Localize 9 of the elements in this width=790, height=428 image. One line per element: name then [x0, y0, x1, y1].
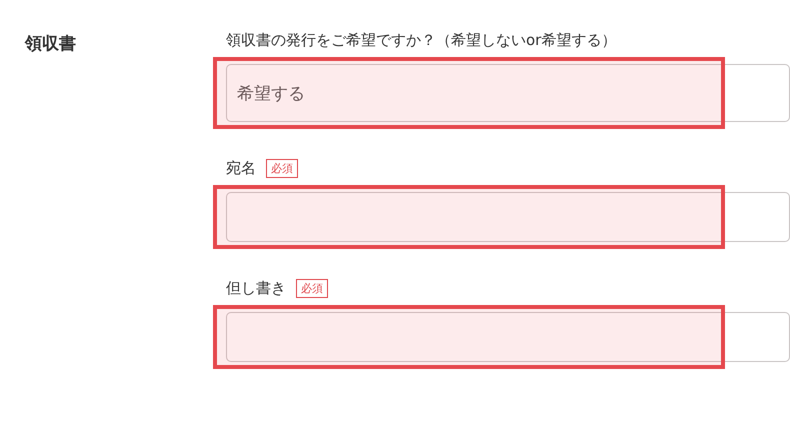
- field-label: 宛名: [226, 158, 256, 178]
- required-badge: 必須: [266, 158, 298, 178]
- input-field[interactable]: [226, 192, 790, 242]
- field-label: 但し書き: [226, 278, 286, 298]
- section-title: 領収書: [25, 33, 76, 55]
- required-badge: 必須: [296, 278, 328, 298]
- input-field[interactable]: [226, 312, 790, 362]
- field-label: 領収書の発行をご希望ですか？（希望しないor希望する）: [226, 30, 616, 50]
- select-field[interactable]: 希望する: [226, 64, 790, 122]
